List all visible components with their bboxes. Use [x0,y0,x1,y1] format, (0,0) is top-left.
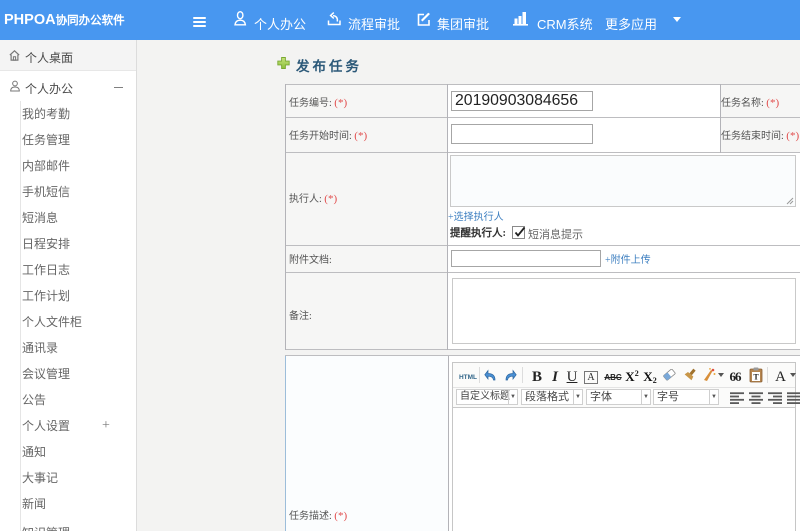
svg-text:T: T [753,373,759,382]
